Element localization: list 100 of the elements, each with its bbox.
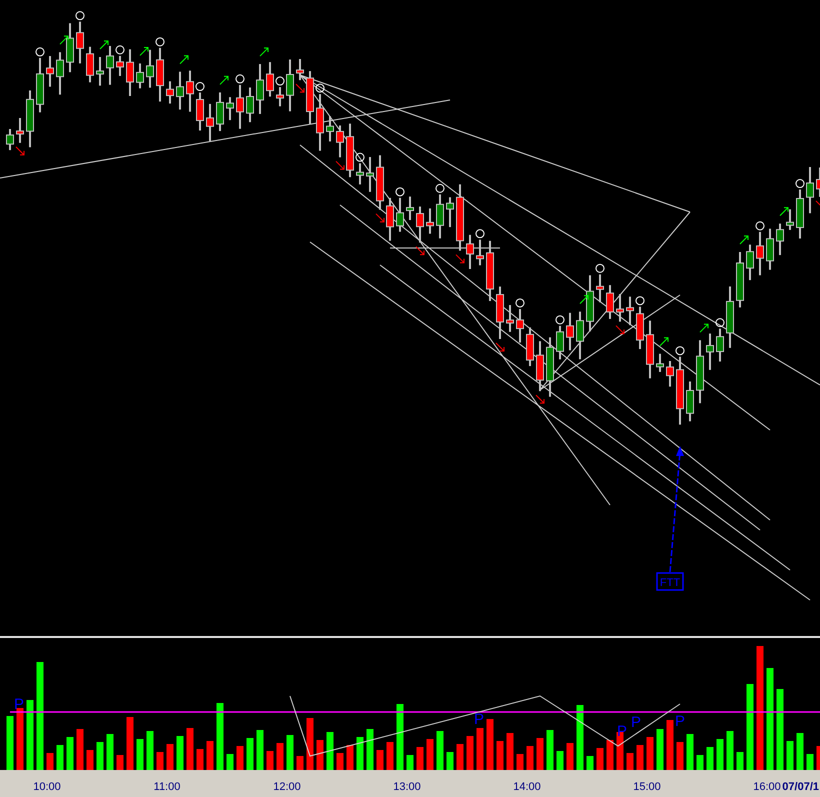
- volume-bar: [186, 728, 194, 770]
- volume-bar: [316, 740, 324, 770]
- candlestick: [516, 308, 524, 343]
- volume-bar: [26, 700, 34, 770]
- candlestick: [266, 62, 274, 97]
- candlestick: [766, 228, 774, 270]
- volume-bar: [156, 752, 164, 770]
- candlestick: [726, 286, 734, 348]
- candlestick: [776, 224, 784, 256]
- candlestick: [256, 64, 264, 114]
- candlestick: [616, 294, 624, 322]
- volume-bar: [796, 733, 804, 770]
- volume-bar: [66, 737, 74, 770]
- candlestick: [356, 163, 364, 184]
- up-arrow-icon: [140, 46, 148, 56]
- candlestick: [116, 56, 124, 76]
- volume-bar: [716, 739, 724, 770]
- circle-marker-icon: [676, 346, 684, 356]
- candlestick: [426, 208, 434, 234]
- dashed-arrow-icon: [669, 446, 684, 572]
- up-arrow-icon: [700, 324, 708, 333]
- circle-marker-icon: [316, 84, 324, 93]
- volume-bar: [226, 754, 234, 770]
- circle-marker-icon: [156, 37, 164, 46]
- volume-bar: [436, 731, 444, 770]
- volume-bar: [356, 737, 364, 770]
- volume-bar: [576, 705, 584, 770]
- circle-marker-icon: [516, 298, 524, 308]
- volume-bar: [606, 740, 614, 770]
- volume-bar: [516, 754, 524, 770]
- candlestick: [606, 285, 614, 319]
- candlestick: [66, 23, 74, 72]
- volume-marker-label: P: [631, 714, 641, 731]
- volume-bar: [16, 708, 24, 770]
- volume-bar: [726, 731, 734, 770]
- volume-bar: [346, 745, 354, 770]
- volume-bar: [706, 747, 714, 770]
- volume-bar: [106, 734, 114, 770]
- volume-bar: [116, 755, 124, 770]
- down-arrow-icon: [336, 160, 344, 170]
- volume-bar: [596, 748, 604, 770]
- volume-bar: [336, 753, 344, 770]
- candlestick: [366, 157, 374, 192]
- candlestick: [386, 198, 394, 241]
- volume-bar: [686, 734, 694, 770]
- volume-bar: [546, 730, 554, 770]
- circle-marker-icon: [556, 315, 564, 324]
- candlestick: [406, 196, 414, 220]
- up-arrow-icon: [260, 48, 268, 57]
- circle-marker-icon: [476, 229, 484, 238]
- candlestick: [576, 312, 584, 360]
- volume-bar: [526, 746, 534, 770]
- candlestick: [536, 341, 544, 392]
- candlestick: [436, 194, 444, 238]
- candlestick: [806, 167, 814, 214]
- down-arrow-icon: [376, 213, 384, 222]
- candlestick: [136, 63, 144, 88]
- up-arrow-icon: [60, 36, 68, 45]
- time-axis-label: 10:00: [33, 781, 61, 793]
- volume-marker-label: P: [675, 713, 685, 730]
- volume-bar: [296, 756, 304, 770]
- volume-bar: [286, 735, 294, 770]
- volume-bar: [586, 756, 594, 770]
- down-arrow-icon: [616, 325, 624, 334]
- candlestick: [6, 129, 14, 150]
- candlestick: [336, 125, 344, 158]
- volume-bar: [466, 736, 474, 770]
- candlestick: [166, 81, 174, 104]
- volume-bar: [396, 704, 404, 770]
- volume-bar: [76, 729, 84, 770]
- circle-marker-icon: [36, 47, 44, 56]
- candlestick: [396, 198, 404, 232]
- candlestick: [416, 206, 424, 243]
- candlestick: [586, 275, 594, 332]
- candlestick: [246, 88, 254, 122]
- candlestick: [446, 197, 454, 228]
- volume-bar: [126, 717, 134, 770]
- candlestick: [36, 58, 44, 112]
- candlestick: [816, 168, 820, 197]
- candlestick: [746, 244, 754, 280]
- candlestick: [546, 337, 554, 397]
- candlestick: [276, 87, 284, 106]
- volume-bar: [676, 742, 684, 770]
- time-axis-label: 12:00: [273, 781, 301, 793]
- candlestick: [596, 274, 604, 302]
- volume-bar: [456, 744, 464, 770]
- volume-bar: [416, 747, 424, 770]
- candlestick: [176, 72, 184, 110]
- down-arrow-icon: [16, 146, 24, 156]
- circle-marker-icon: [436, 184, 444, 193]
- candlestick: [76, 22, 84, 64]
- circle-marker-icon: [116, 45, 124, 54]
- circle-marker-icon: [716, 318, 724, 328]
- up-arrow-icon: [740, 236, 748, 244]
- down-arrow-icon: [536, 394, 544, 404]
- volume-bar: [166, 744, 174, 770]
- candlestick: [686, 382, 694, 422]
- candlestick: [456, 184, 464, 251]
- candlestick: [146, 50, 154, 88]
- circle-marker-icon: [76, 11, 84, 20]
